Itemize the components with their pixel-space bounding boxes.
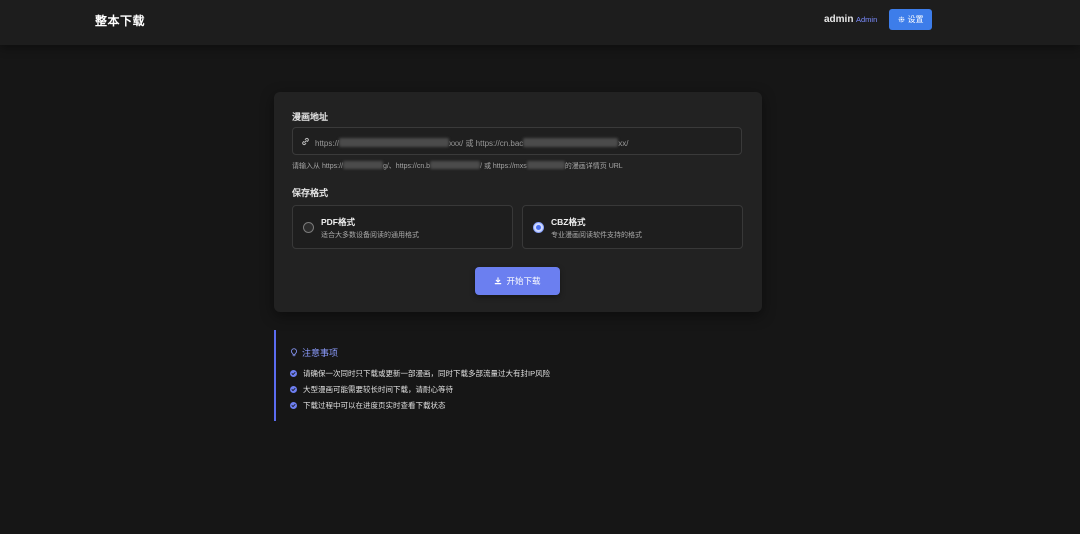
notice-panel: 注意事项 请确保一次同时只下载或更新一部漫画，同时下载多部流量过大有封IP风险 … (274, 330, 574, 421)
check-circle-icon (290, 369, 297, 377)
download-form-card: 漫画地址 https://xxx/ 或 https://cn.bac xx/ 请输… (274, 92, 762, 312)
radio-pdf[interactable] (303, 222, 314, 233)
user-name: admin (824, 14, 854, 25)
radio-cbz[interactable] (533, 222, 544, 233)
lightbulb-icon (291, 348, 297, 357)
format-title-pdf: PDF格式 (321, 217, 356, 227)
url-input[interactable] (315, 128, 735, 154)
notice-item-text: 请确保一次同时只下载或更新一部漫画，同时下载多部流量过大有封IP风险 (303, 368, 551, 378)
download-icon (495, 277, 502, 285)
link-icon (302, 137, 309, 146)
format-option-cbz[interactable]: CBZ格式 专业漫画阅读软件支持的格式 (522, 205, 743, 249)
format-title-cbz: CBZ格式 (551, 217, 586, 227)
gear-icon (898, 16, 904, 23)
notice-list: 请确保一次同时只下载或更新一部漫画，同时下载多部流量过大有封IP风险 大型漫画可… (290, 365, 550, 413)
notice-item-text: 大型漫画可能需要较长时间下载，请耐心等待 (303, 384, 453, 394)
notice-item-text: 下载过程中可以在进度页实时查看下载状态 (303, 400, 446, 410)
notice-item: 大型漫画可能需要较长时间下载，请耐心等待 (290, 381, 550, 397)
url-label: 漫画地址 (292, 112, 329, 122)
notice-title: 注意事项 (290, 346, 338, 359)
url-hint: 请输入从 https://g/、https://cn.b / 或 https://… (292, 161, 623, 170)
top-navbar: 整本下载 admin Admin 设置 (0, 0, 1080, 45)
start-download-label: 开始下载 (506, 276, 541, 286)
check-circle-icon (290, 385, 297, 393)
start-download-button[interactable]: 开始下载 (475, 267, 560, 295)
settings-button-label: 设置 (907, 15, 924, 24)
format-option-pdf[interactable]: PDF格式 适合大多数设备阅读的通用格式 (292, 205, 513, 249)
notice-item: 请确保一次同时只下载或更新一部漫画，同时下载多部流量过大有封IP风险 (290, 365, 550, 381)
user-role-badge: Admin (856, 15, 878, 24)
notice-title-text: 注意事项 (302, 348, 339, 358)
format-label: 保存格式 (292, 188, 329, 198)
format-desc-cbz: 专业漫画阅读软件支持的格式 (551, 232, 642, 239)
notice-item: 下载过程中可以在进度页实时查看下载状态 (290, 397, 550, 413)
app-title: 整本下载 (95, 14, 146, 28)
settings-button[interactable]: 设置 (889, 9, 932, 30)
format-desc-pdf: 适合大多数设备阅读的通用格式 (321, 232, 419, 239)
url-input-wrapper[interactable]: https://xxx/ 或 https://cn.bac xx/ (292, 127, 742, 155)
check-circle-icon (290, 401, 297, 409)
